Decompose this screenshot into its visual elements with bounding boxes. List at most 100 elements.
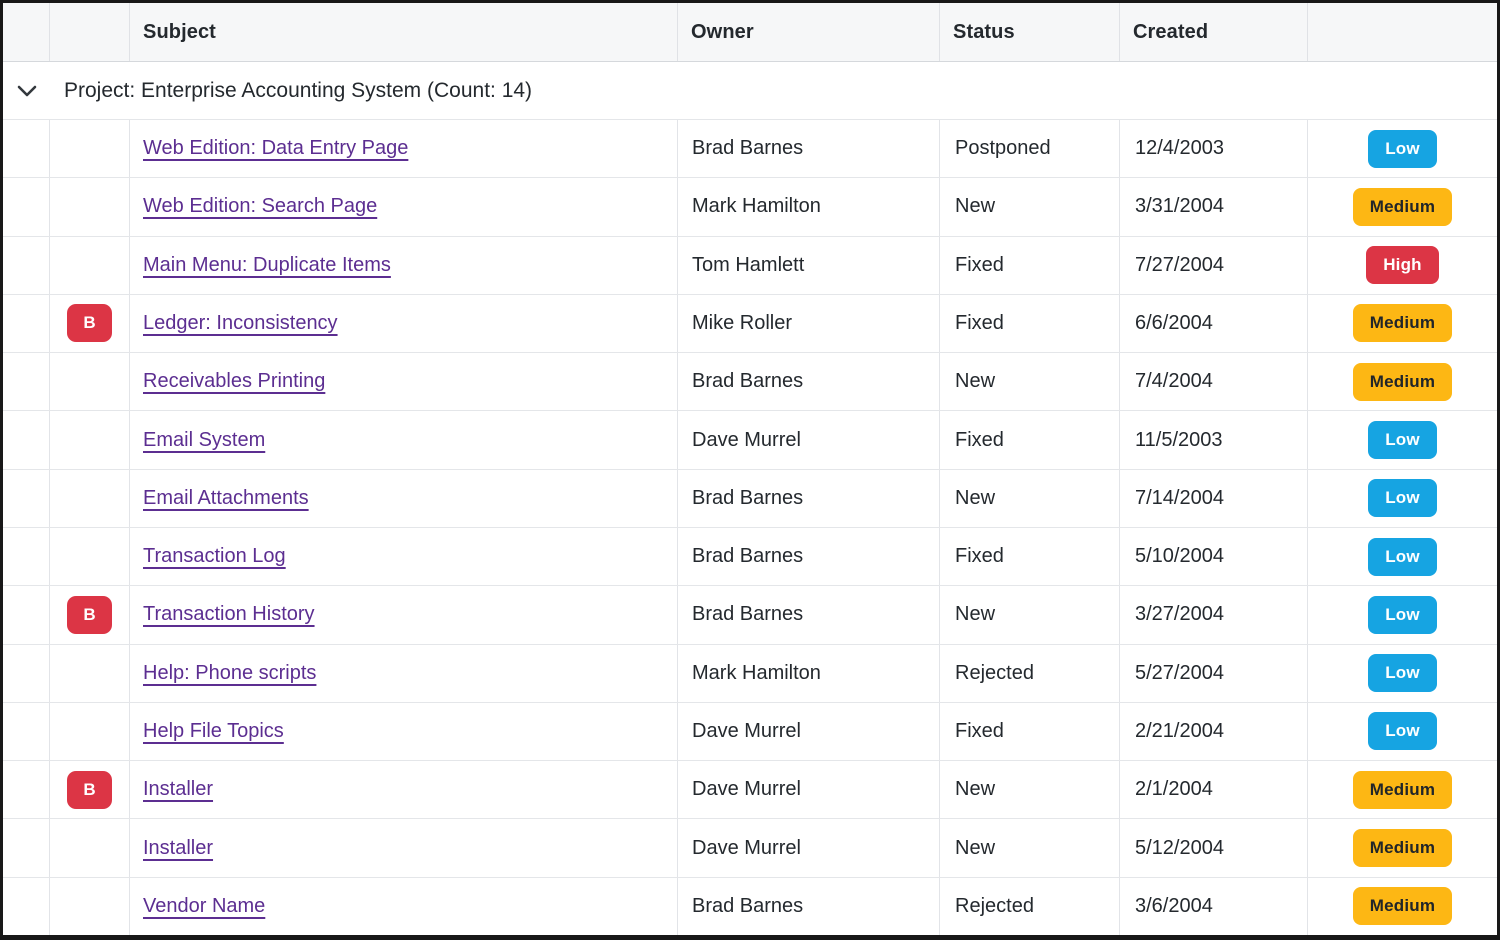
subject-link[interactable]: Ledger: Inconsistency [143,312,338,335]
table-row[interactable]: B Main Menu: Duplicate Items Tom Hamlett… [3,237,1497,295]
owner-text: Dave Murrel [692,837,801,860]
cell-status: Postponed [940,120,1120,177]
table-row[interactable]: B Email Attachments Brad Barnes New 7/14… [3,470,1497,528]
priority-badge: High [1366,246,1439,284]
cell-created: 7/14/2004 [1120,470,1308,527]
status-text: New [955,370,995,393]
cell-status: New [940,819,1120,876]
header-cell-priority [1308,3,1497,61]
cell-priority: Medium [1308,353,1497,410]
cell-expand [3,178,50,235]
cell-flag: B [50,411,130,468]
cell-created: 5/10/2004 [1120,528,1308,585]
subject-link[interactable]: Main Menu: Duplicate Items [143,254,391,277]
cell-priority: Medium [1308,819,1497,876]
cell-created: 12/4/2003 [1120,120,1308,177]
cell-expand [3,819,50,876]
cell-subject: Email Attachments [130,470,678,527]
cell-owner: Brad Barnes [678,470,940,527]
cell-status: New [940,178,1120,235]
created-text: 12/4/2003 [1135,137,1224,160]
group-collapse-button[interactable] [3,85,50,97]
cell-expand [3,295,50,352]
cell-created: 3/27/2004 [1120,586,1308,643]
cell-flag: B [50,470,130,527]
owner-text: Dave Murrel [692,720,801,743]
subject-link[interactable]: Transaction History [143,603,315,626]
cell-priority: Medium [1308,878,1497,935]
created-text: 3/6/2004 [1135,895,1213,918]
cell-status: Fixed [940,295,1120,352]
subject-link[interactable]: Receivables Printing [143,370,325,393]
created-text: 2/1/2004 [1135,778,1213,801]
cell-owner: Mark Hamilton [678,645,940,702]
cell-subject: Help File Topics [130,703,678,760]
cell-priority: Low [1308,528,1497,585]
cell-status: New [940,470,1120,527]
header-cell-subject[interactable]: Subject [130,3,678,61]
table-row[interactable]: B Installer Dave Murrel New 5/12/2004 Me… [3,819,1497,877]
subject-link[interactable]: Transaction Log [143,545,286,568]
cell-owner: Brad Barnes [678,586,940,643]
cell-owner: Dave Murrel [678,761,940,818]
group-row[interactable]: Project: Enterprise Accounting System (C… [3,62,1497,120]
table-row[interactable]: B Ledger: Inconsistency Mike Roller Fixe… [3,295,1497,353]
table-row[interactable]: B Transaction History Brad Barnes New 3/… [3,586,1497,644]
subject-link[interactable]: Installer [143,778,213,801]
subject-link[interactable]: Installer [143,837,213,860]
header-cell-status[interactable]: Status [940,3,1120,61]
subject-link[interactable]: Vendor Name [143,895,265,918]
owner-text: Mark Hamilton [692,195,821,218]
table-row[interactable]: B Transaction Log Brad Barnes Fixed 5/10… [3,528,1497,586]
table-row[interactable]: B Email System Dave Murrel Fixed 11/5/20… [3,411,1497,469]
cell-expand [3,645,50,702]
cell-priority: Low [1308,120,1497,177]
status-text: New [955,487,995,510]
cell-priority: Medium [1308,761,1497,818]
cell-created: 3/6/2004 [1120,878,1308,935]
subject-link[interactable]: Email Attachments [143,487,309,510]
status-text: New [955,837,995,860]
priority-badge: Low [1368,654,1437,692]
status-text: New [955,603,995,626]
flag-badge: B [67,304,112,342]
cell-status: Fixed [940,528,1120,585]
owner-text: Brad Barnes [692,545,803,568]
cell-subject: Receivables Printing [130,353,678,410]
subject-link[interactable]: Help File Topics [143,720,284,743]
cell-priority: Low [1308,470,1497,527]
table-row[interactable]: B Web Edition: Search Page Mark Hamilton… [3,178,1497,236]
cell-created: 5/12/2004 [1120,819,1308,876]
created-text: 5/27/2004 [1135,662,1224,685]
created-text: 7/4/2004 [1135,370,1213,393]
table-row[interactable]: B Installer Dave Murrel New 2/1/2004 Med… [3,761,1497,819]
chevron-down-icon [17,85,37,97]
subject-link[interactable]: Help: Phone scripts [143,662,316,685]
created-text: 7/27/2004 [1135,254,1224,277]
flag-badge: B [67,596,112,634]
flag-badge: B [67,771,112,809]
cell-owner: Tom Hamlett [678,237,940,294]
owner-text: Brad Barnes [692,137,803,160]
cell-status: New [940,586,1120,643]
subject-link[interactable]: Email System [143,429,265,452]
cell-subject: Ledger: Inconsistency [130,295,678,352]
table-row[interactable]: B Web Edition: Data Entry Page Brad Barn… [3,120,1497,178]
cell-flag: B [50,178,130,235]
cell-expand [3,703,50,760]
created-text: 3/27/2004 [1135,603,1224,626]
table-row[interactable]: B Vendor Name Brad Barnes Rejected 3/6/2… [3,878,1497,935]
header-cell-created[interactable]: Created [1120,3,1308,61]
subject-link[interactable]: Web Edition: Data Entry Page [143,137,408,160]
table-row[interactable]: B Help File Topics Dave Murrel Fixed 2/2… [3,703,1497,761]
created-text: 5/10/2004 [1135,545,1224,568]
status-text: Rejected [955,895,1034,918]
table-row[interactable]: B Help: Phone scripts Mark Hamilton Reje… [3,645,1497,703]
cell-status: Fixed [940,411,1120,468]
status-text: Fixed [955,545,1004,568]
header-cell-owner[interactable]: Owner [678,3,940,61]
subject-link[interactable]: Web Edition: Search Page [143,195,377,218]
cell-flag: B [50,353,130,410]
cell-flag: B [50,237,130,294]
table-row[interactable]: B Receivables Printing Brad Barnes New 7… [3,353,1497,411]
